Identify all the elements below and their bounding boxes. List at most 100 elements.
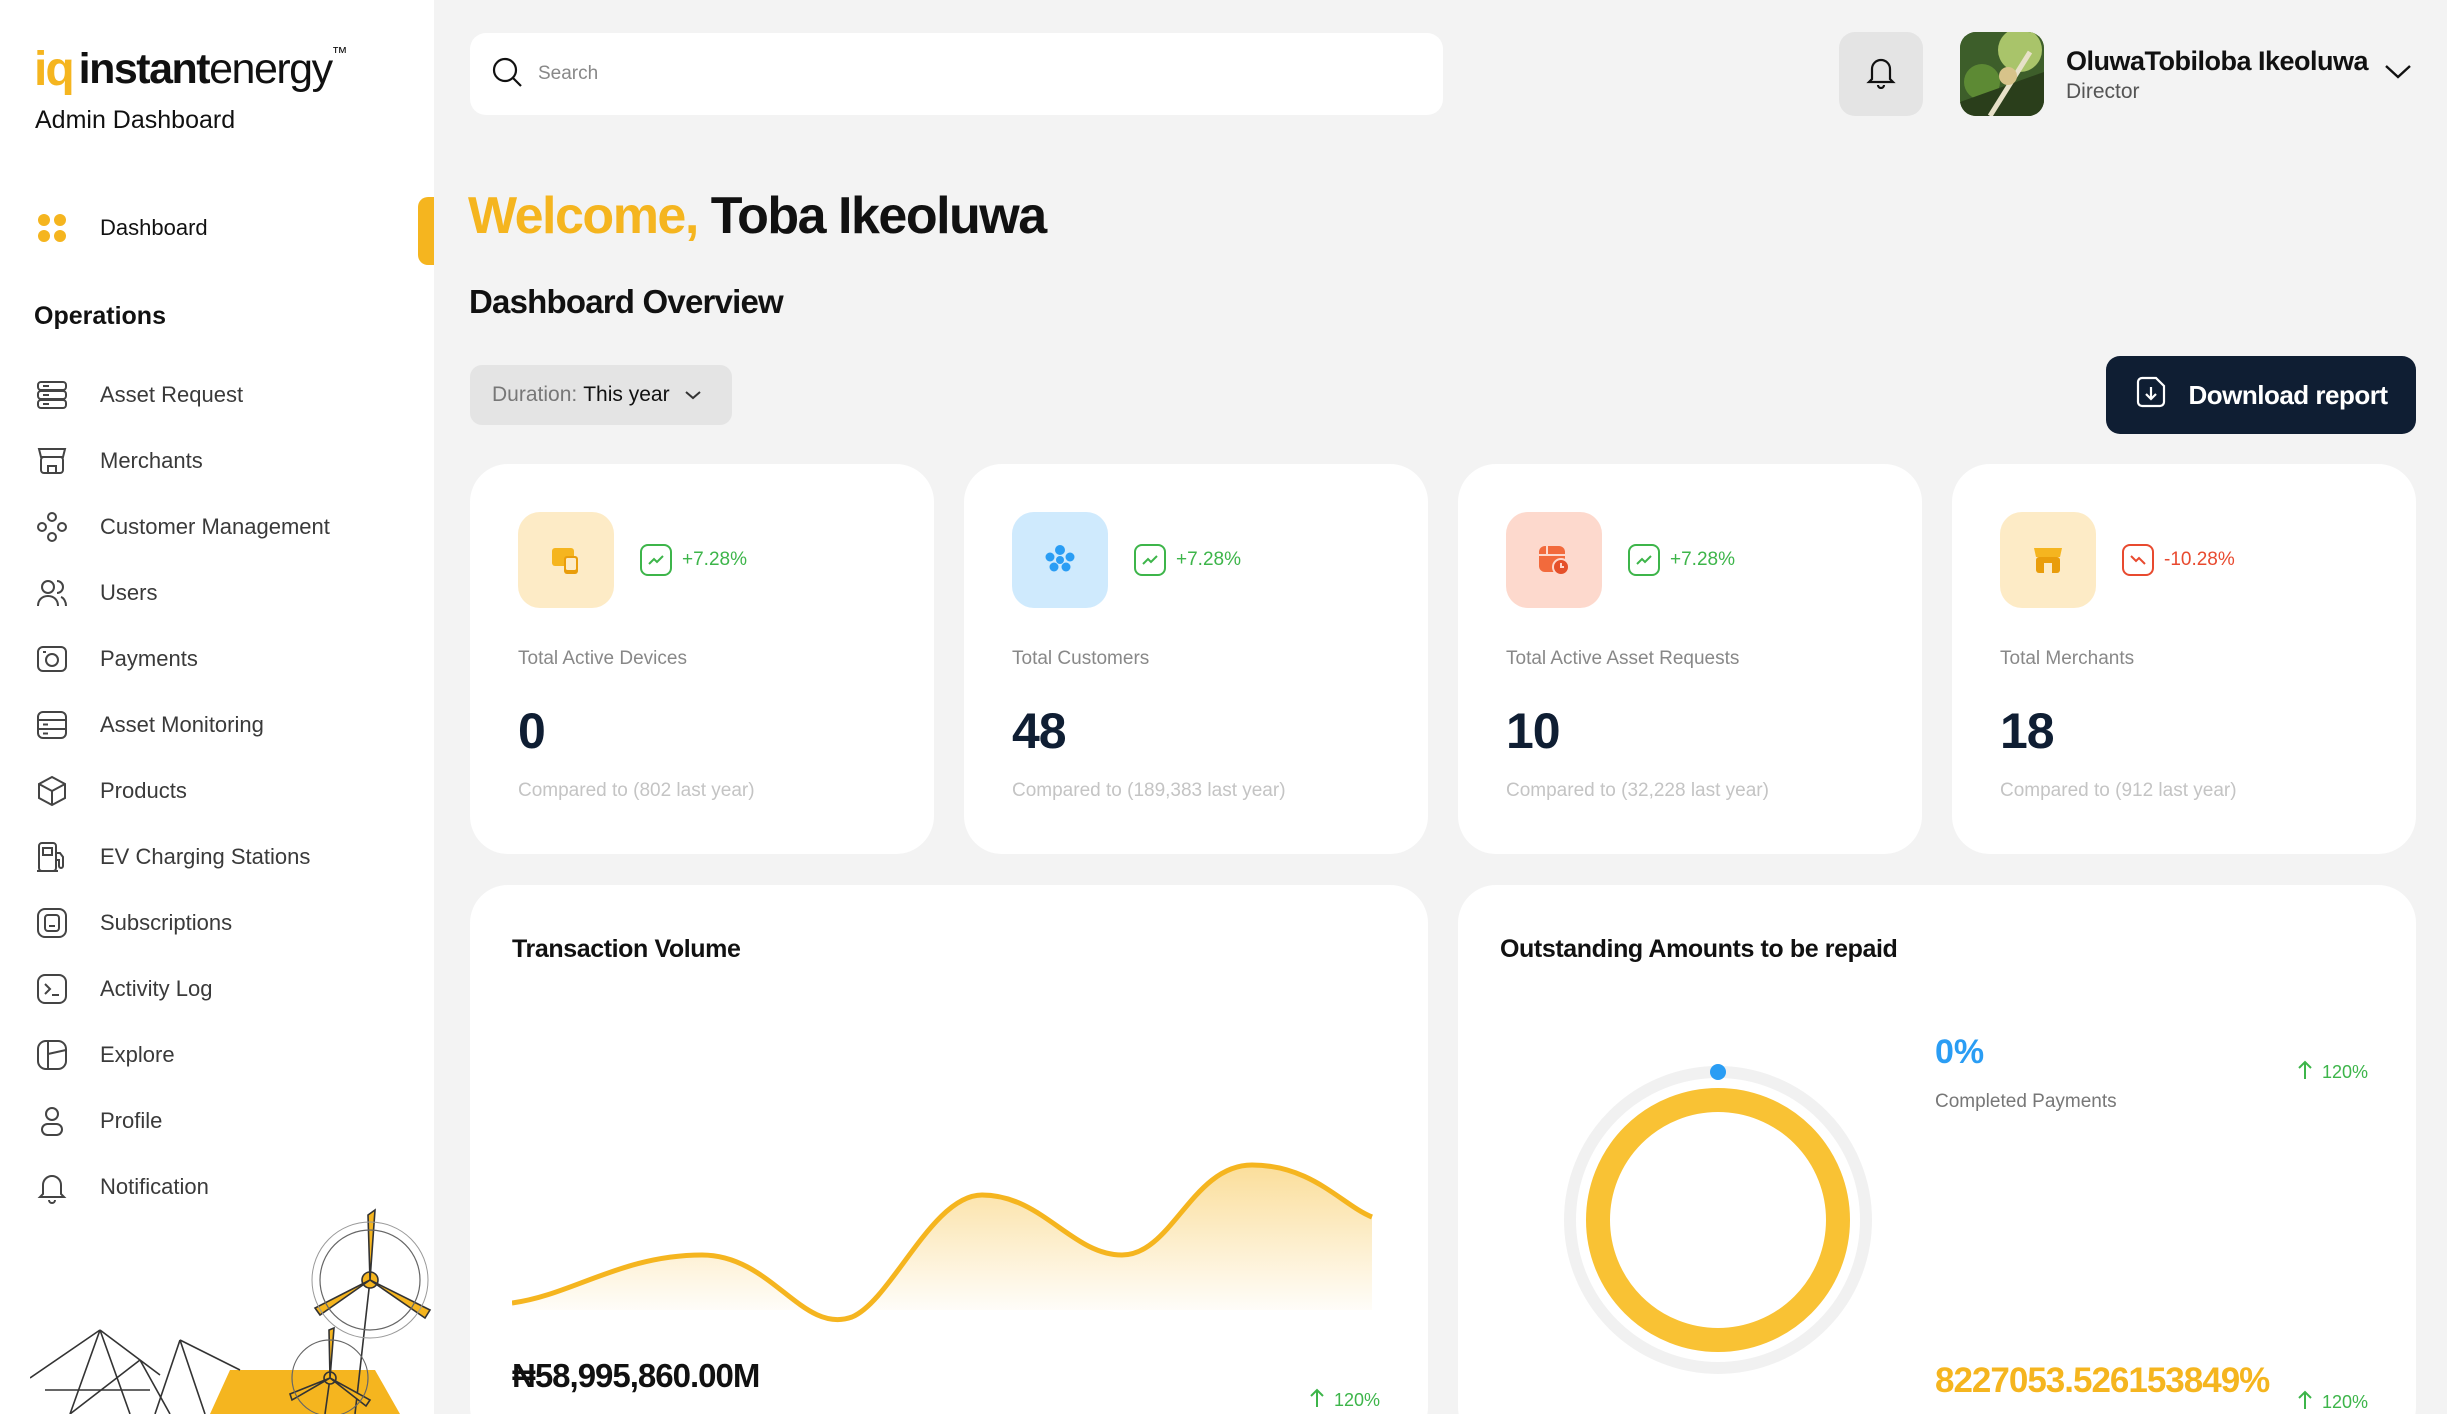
outstanding-percent: 8227053.526153849% [1935, 1361, 2270, 1400]
asset-request-icon [1506, 512, 1602, 608]
area-fill [512, 1165, 1372, 1320]
logo-mark: iq [34, 43, 75, 96]
outstanding-change: 120% [2298, 1390, 2368, 1414]
trend-value: -10.28% [2164, 549, 2235, 570]
chevron-down-icon[interactable] [2382, 60, 2414, 87]
stat-label: Total Merchants [2000, 648, 2135, 669]
stat-card-merchants[interactable]: -10.28% Total Merchants 18 Compared to (… [1952, 464, 2416, 854]
sidebar-item-merchants[interactable]: Merchants [34, 428, 424, 494]
sidebar-item-asset-monitoring[interactable]: Asset Monitoring [34, 692, 424, 758]
avatar[interactable] [1960, 32, 2044, 116]
trend-indicator: +7.28% [1628, 544, 1735, 576]
sidebar-item-label: Dashboard [100, 215, 208, 240]
sidebar-item-payments[interactable]: Payments [34, 626, 424, 692]
sidebar-item-label: Asset Monitoring [100, 712, 264, 737]
page-title: Dashboard Overview [469, 283, 784, 320]
search-bar[interactable] [470, 33, 1443, 115]
stat-value: 18 [2000, 703, 2055, 759]
operations-section-title: Operations [34, 302, 166, 330]
search-icon [490, 55, 524, 94]
trend-up-icon [1628, 544, 1660, 576]
stat-comparison: Compared to (802 last year) [518, 780, 755, 801]
avatar-photo [1960, 32, 2044, 116]
trend-indicator: -10.28% [2122, 544, 2235, 576]
stat-card-active-devices[interactable]: +7.28% Total Active Devices 0 Compared t… [470, 464, 934, 854]
trend-value: +7.28% [682, 549, 747, 570]
sidebar-item-dashboard[interactable]: Dashboard [34, 210, 208, 246]
stat-value: 10 [1506, 703, 1561, 759]
download-report-button[interactable]: Download report [2106, 356, 2416, 434]
sidebar-item-label: Asset Request [100, 382, 244, 407]
sidebar-item-label: Payments [100, 646, 198, 671]
storefront-icon [34, 443, 70, 479]
profile-icon [34, 1103, 70, 1139]
sidebar-item-users[interactable]: Users [34, 560, 424, 626]
transaction-volume-panel: Transaction Volume ₦58,995,860.00M 120% [470, 885, 1428, 1414]
welcome-greeting: Welcome, [468, 187, 699, 245]
trend-up-icon [1134, 544, 1166, 576]
user-role: Director [2066, 80, 2140, 103]
download-report-label: Download report [2188, 379, 2388, 410]
user-name: OluwaTobiloba Ikeoluwa [2066, 46, 2369, 76]
trend-value: +7.28% [1670, 549, 1735, 570]
trend-value: +7.28% [1176, 549, 1241, 570]
sidebar-item-label: Users [100, 580, 158, 605]
welcome-heading: Welcome, Toba Ikeoluwa [468, 186, 1047, 246]
trend-down-icon [2122, 544, 2154, 576]
customers-icon [1012, 512, 1108, 608]
sidebar-item-customer-management[interactable]: Customer Management [34, 494, 424, 560]
subscription-icon [34, 905, 70, 941]
logo-word-light: energy [209, 45, 333, 93]
camera-payments-icon [34, 641, 70, 677]
sidebar-item-profile[interactable]: Profile [34, 1088, 424, 1154]
sidebar-item-label: Merchants [100, 448, 203, 473]
sidebar-item-products[interactable]: Products [34, 758, 424, 824]
users-icon [34, 575, 70, 611]
stat-comparison: Compared to (912 last year) [2000, 780, 2237, 801]
monitor-list-icon [34, 707, 70, 743]
change-value: 120% [1334, 1390, 1381, 1410]
bell-icon [1866, 55, 1896, 94]
download-file-icon [2134, 374, 2170, 417]
completed-payments-label: Completed Payments [1935, 1091, 2117, 1112]
stat-card-customers[interactable]: +7.28% Total Customers 48 Compared to (1… [964, 464, 1428, 854]
completed-payments-percent: 0% [1935, 1033, 1985, 1071]
logo-trademark: ™ [331, 45, 348, 62]
sidebar-item-explore[interactable]: Explore [34, 1022, 424, 1088]
wind-turbine-illustration [30, 1208, 432, 1414]
sidebar-item-label: Products [100, 778, 187, 803]
brand-logo[interactable]: iq instantenergy™ [34, 42, 348, 97]
sidebar-item-ev-charging-stations[interactable]: EV Charging Stations [34, 824, 424, 890]
arrow-up-icon [1310, 1388, 1324, 1413]
map-icon [34, 1037, 70, 1073]
terminal-icon [34, 971, 70, 1007]
stat-card-asset-requests[interactable]: +7.28% Total Active Asset Requests 10 Co… [1458, 464, 1922, 854]
search-input[interactable] [538, 63, 1418, 85]
fuel-station-icon [34, 839, 70, 875]
logo-wordmark: instantenergy™ [78, 45, 348, 94]
sidebar-nav: Asset Request Merchants Customer Managem… [34, 362, 424, 1220]
logo-word-bold: instant [78, 45, 211, 93]
duration-select[interactable]: Duration: This year [470, 365, 732, 425]
trend-indicator: +7.28% [1134, 544, 1241, 576]
panel-title: Transaction Volume [512, 935, 741, 963]
arrow-up-icon [2298, 1060, 2312, 1085]
sidebar-item-activity-log[interactable]: Activity Log [34, 956, 424, 1022]
grid-icon [34, 210, 70, 246]
change-value: 120% [2322, 1062, 2369, 1082]
duration-label: Duration: [492, 383, 578, 406]
transaction-volume-amount: ₦58,995,860.00M [512, 1357, 760, 1394]
sidebar-item-subscriptions[interactable]: Subscriptions [34, 890, 424, 956]
box-icon [34, 773, 70, 809]
sidebar-item-label: Customer Management [100, 514, 330, 539]
devices-icon [518, 512, 614, 608]
donut-track [1564, 1066, 1872, 1374]
notification-button[interactable] [1839, 32, 1923, 116]
sidebar-item-label: Subscriptions [100, 910, 233, 935]
sidebar-item-asset-request[interactable]: Asset Request [34, 362, 424, 428]
trend-up-icon [640, 544, 672, 576]
duration-value: This year [583, 383, 670, 406]
donut-ring [1586, 1088, 1850, 1352]
stat-label: Total Customers [1012, 648, 1150, 669]
change-value: 120% [2322, 1392, 2369, 1412]
